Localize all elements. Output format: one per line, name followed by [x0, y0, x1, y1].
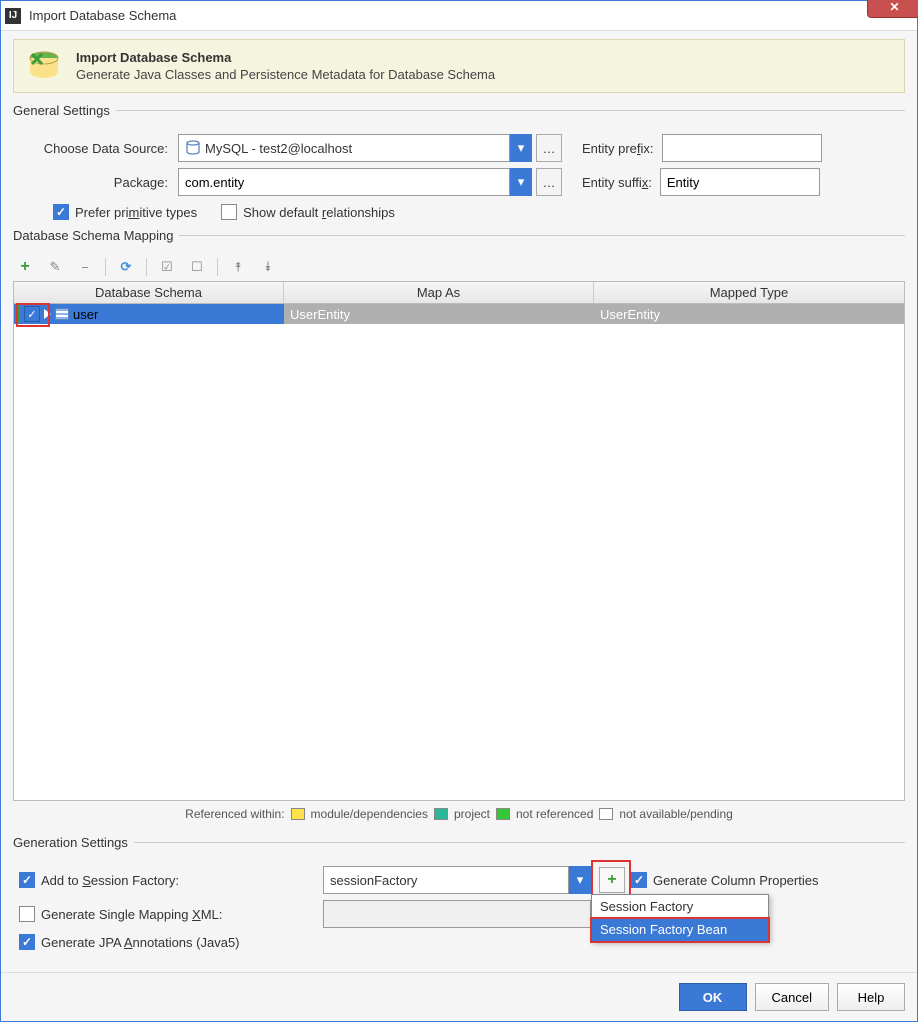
entity-prefix-input[interactable] [662, 134, 822, 162]
schema-mapping-legend: Database Schema Mapping [13, 228, 179, 243]
generation-settings-legend: Generation Settings [13, 835, 134, 850]
remove-button[interactable]: − [75, 257, 95, 277]
data-source-label: Choose Data Source: [13, 141, 178, 156]
banner-title: Import Database Schema [76, 50, 495, 65]
app-icon: IJ [5, 8, 21, 24]
checkmark-icon [631, 872, 647, 888]
schema-mapping-group: Database Schema Mapping + ✎ − ⟳ ☑ ☐ ⯭ ⯯ … [13, 228, 905, 827]
package-label: Package: [13, 175, 178, 190]
entity-prefix-label: Entity prefix: [582, 141, 662, 156]
chevron-down-icon[interactable]: ▾ [569, 866, 591, 894]
general-settings-group: General Settings Choose Data Source: MyS… [13, 103, 905, 220]
data-source-combo[interactable]: MySQL - test2@localhost ▾ [178, 134, 532, 162]
checkbox-empty-icon [221, 204, 237, 220]
ok-button[interactable]: OK [679, 983, 747, 1011]
popup-item-session-factory[interactable]: Session Factory [592, 895, 768, 918]
package-combo[interactable]: ▾ [178, 168, 532, 196]
show-default-relationships-checkbox[interactable]: Show default relationships [221, 204, 395, 220]
legend-swatch-teal [434, 808, 448, 820]
help-button[interactable]: Help [837, 983, 905, 1011]
refresh-button[interactable]: ⟳ [116, 257, 136, 277]
cancel-button[interactable]: Cancel [755, 983, 829, 1011]
generate-column-properties-checkbox[interactable]: Generate Column Properties [631, 872, 818, 888]
mapped-type-cell[interactable]: UserEntity [594, 304, 904, 324]
chevron-down-icon[interactable]: ▾ [510, 168, 532, 196]
edit-button[interactable]: ✎ [45, 257, 65, 277]
entity-suffix-input[interactable] [660, 168, 820, 196]
add-to-session-factory-checkbox[interactable]: Add to Session Factory: [19, 872, 179, 888]
add-button[interactable]: + [15, 257, 35, 277]
popup-item-session-factory-bean[interactable]: Session Factory Bean [592, 918, 768, 941]
select-all-button[interactable]: ☑ [157, 257, 177, 277]
table-icon [55, 308, 69, 320]
expand-icon[interactable] [44, 309, 51, 319]
expand-all-button[interactable]: ⯯ [258, 257, 278, 277]
table-row[interactable]: user UserEntity UserEntity [14, 304, 904, 324]
dialog-footer: OK Cancel Help [1, 972, 917, 1021]
col-map-as[interactable]: Map As [284, 282, 594, 303]
entity-suffix-label: Entity suffix: [582, 175, 660, 190]
col-database-schema[interactable]: Database Schema [14, 282, 284, 303]
new-session-factory-popup: Session Factory Session Factory Bean [591, 894, 769, 942]
banner-subtitle: Generate Java Classes and Persistence Me… [76, 67, 495, 82]
prefer-primitive-checkbox[interactable]: Prefer primitive types [53, 204, 197, 220]
generate-single-mapping-xml-checkbox[interactable]: Generate Single Mapping XML: [19, 906, 222, 922]
mysql-icon [185, 140, 201, 156]
checkmark-icon [19, 872, 35, 888]
collapse-all-button[interactable]: ⯭ [228, 257, 248, 277]
table-header: Database Schema Map As Mapped Type [14, 282, 904, 304]
single-mapping-xml-input [323, 900, 591, 928]
general-settings-legend: General Settings [13, 103, 116, 118]
deselect-all-button[interactable]: ☐ [187, 257, 207, 277]
col-mapped-type[interactable]: Mapped Type [594, 282, 904, 303]
chevron-down-icon[interactable]: ▾ [510, 134, 532, 162]
reference-legend: Referenced within: module/dependencies p… [13, 801, 905, 827]
checkmark-icon [19, 934, 35, 950]
generation-settings-group: Generation Settings Add to Session Facto… [13, 835, 905, 956]
row-checkbox[interactable] [24, 306, 40, 322]
window-title: Import Database Schema [29, 8, 913, 23]
legend-swatch-white [599, 808, 613, 820]
legend-swatch-yellow [291, 808, 305, 820]
schema-name: user [73, 307, 98, 322]
banner: Import Database Schema Generate Java Cla… [13, 39, 905, 93]
schema-table[interactable]: Database Schema Map As Mapped Type user [13, 281, 905, 801]
window-close-button[interactable]: ✕ [867, 0, 918, 18]
checkbox-empty-icon [19, 906, 35, 922]
checkmark-icon [53, 204, 69, 220]
generate-jpa-annotations-checkbox[interactable]: Generate JPA Annotations (Java5) [19, 934, 240, 950]
database-import-icon [24, 46, 64, 86]
add-session-factory-button[interactable]: + [599, 867, 625, 893]
package-browse-button[interactable]: … [536, 168, 562, 196]
legend-swatch-green [496, 808, 510, 820]
mapping-toolbar: + ✎ − ⟳ ☑ ☐ ⯭ ⯯ [13, 253, 905, 281]
package-input[interactable] [178, 168, 510, 196]
session-factory-combo[interactable]: sessionFactory ▾ [323, 866, 591, 894]
titlebar: IJ Import Database Schema [1, 1, 917, 31]
data-source-browse-button[interactable]: … [536, 134, 562, 162]
map-as-cell[interactable]: UserEntity [284, 304, 594, 324]
